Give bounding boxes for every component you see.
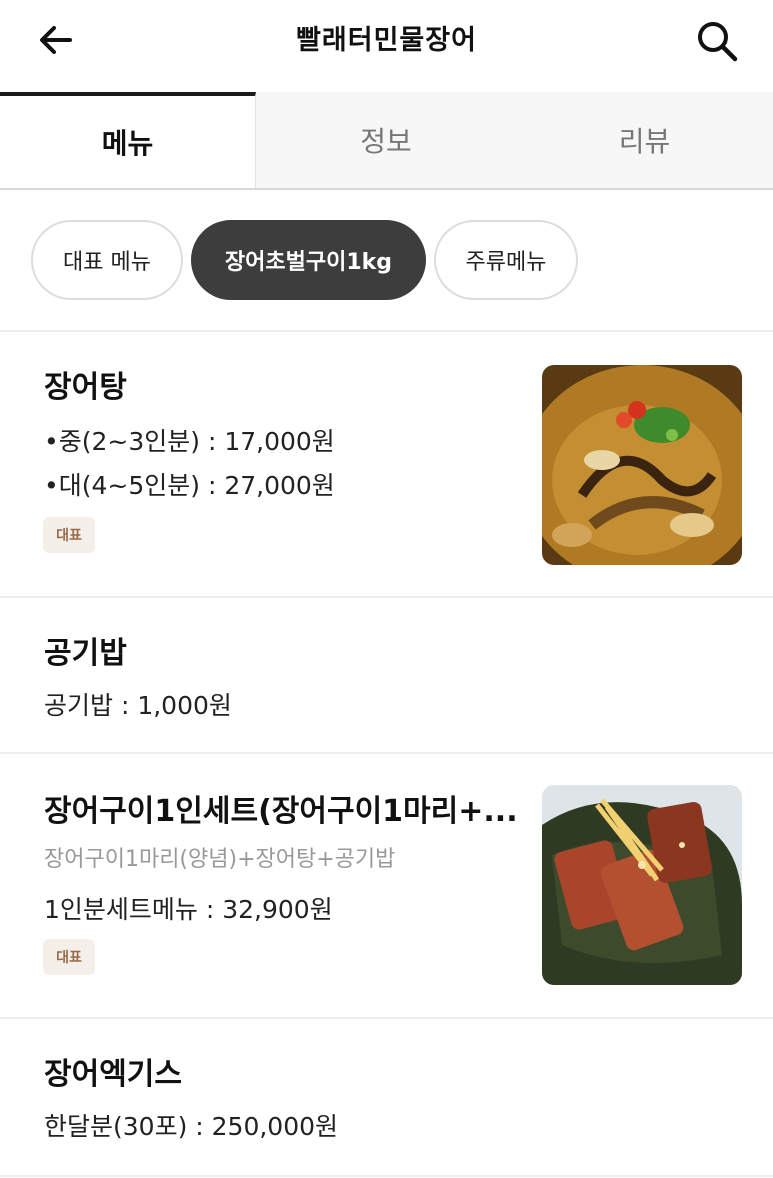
search-icon	[698, 22, 738, 62]
tab-menu[interactable]: 메뉴	[0, 92, 256, 188]
signature-badge: 대표	[43, 939, 95, 975]
menu-item-price: 한달분(30포) : 250,000원	[44, 1112, 339, 1141]
page-title: 빨래터민물장어	[296, 25, 477, 56]
signature-badge: 대표	[43, 517, 95, 553]
tab-info[interactable]: 정보	[256, 92, 516, 188]
tab-bar: 메뉴 정보 리뷰	[0, 92, 773, 190]
menu-item-price: 1인분세트메뉴 : 32,900원	[44, 895, 333, 924]
chip-signature-menu[interactable]: 대표 메뉴	[31, 220, 183, 300]
menu-item-description: 장어구이1마리(양념)+장어탕+공기밥	[44, 847, 396, 872]
menu-item-price: •대(4~5인분) : 27,000원	[44, 471, 335, 500]
menu-item-name: 장어엑기스	[44, 1057, 182, 1092]
menu-item-eel-extract[interactable]: 장어엑기스 한달분(30포) : 250,000원	[0, 1019, 773, 1177]
chip-grilled-eel-1kg[interactable]: 장어초벌구이1kg	[191, 220, 426, 300]
menu-item-name: 장어구이1인세트(장어구이1마리+...	[44, 794, 518, 829]
eel-set-photo[interactable]	[542, 785, 742, 985]
menu-item-name: 장어탕	[44, 370, 127, 405]
menu-item-rice[interactable]: 공기밥 공기밥 : 1,000원	[0, 598, 773, 754]
app-header: 빨래터민물장어	[0, 0, 773, 92]
menu-item-price: 공기밥 : 1,000원	[44, 691, 232, 720]
menu-item-name: 공기밥	[44, 636, 127, 671]
eel-soup-photo[interactable]	[542, 365, 742, 565]
menu-item-price: •중(2~3인분) : 17,000원	[44, 427, 335, 456]
search-button[interactable]	[688, 14, 746, 68]
chip-drinks-menu[interactable]: 주류메뉴	[434, 220, 578, 300]
menu-item-eel-set[interactable]: 장어구이1인세트(장어구이1마리+... 장어구이1마리(양념)+장어탕+공기밥…	[0, 754, 773, 1019]
category-chips: 대표 메뉴 장어초벌구이1kg 주류메뉴	[0, 190, 773, 332]
tab-reviews[interactable]: 리뷰	[516, 92, 773, 188]
menu-item-eel-soup[interactable]: 장어탕 •중(2~3인분) : 17,000원 •대(4~5인분) : 27,0…	[0, 332, 773, 598]
